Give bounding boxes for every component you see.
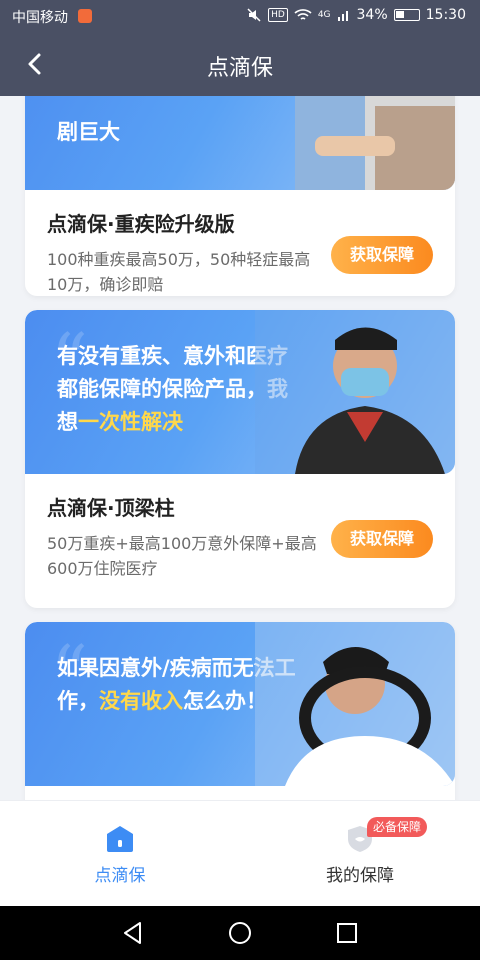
get-coverage-button[interactable]: 获取保障	[331, 520, 433, 558]
home-shield-icon	[107, 826, 133, 852]
tab-my-coverage-label: 我的保障	[326, 866, 394, 886]
banner-highlight: 一次性解决	[78, 410, 183, 434]
home-circle-icon[interactable]	[227, 920, 253, 946]
product-description: 50万重疾+最高100万意外保障+最高600万住院医疗	[47, 534, 317, 578]
recents-square-icon[interactable]	[334, 920, 360, 946]
product-list[interactable]: 剧巨大 点滴保·重疾险升级版 100种重疾最高50万，50种轻症最高10万，确诊…	[0, 96, 480, 800]
product-banner[interactable]: 剧巨大	[25, 96, 455, 190]
tab-my-coverage[interactable]: 必备保障 我的保障	[240, 801, 480, 907]
tab-home-label: 点滴保	[94, 866, 146, 886]
product-title: 点滴保·重疾险升级版	[47, 212, 235, 236]
banner-highlight: 没有收入	[99, 689, 183, 713]
wifi-icon	[294, 9, 312, 20]
bottom-tab-bar: 点滴保 必备保障 我的保障	[0, 800, 480, 906]
status-bar: 中国移动 HD 4G 34% 15:30	[0, 0, 480, 32]
status-icons: HD 4G 34% 15:30	[246, 7, 466, 23]
driver-photo-icon	[295, 96, 455, 190]
app-notification-icon	[78, 9, 92, 23]
get-coverage-button[interactable]: 获取保障	[331, 236, 433, 274]
product-card[interactable]: “ 如果因意外/疾病而无法工作，没有收入怎么办！	[25, 622, 455, 800]
clock: 15:30	[425, 7, 466, 23]
masked-driver-photo-icon	[255, 310, 455, 474]
tired-driver-photo-icon	[255, 622, 455, 786]
nav-bar: 点滴保	[0, 32, 480, 96]
network-type: 4G	[317, 10, 331, 20]
signal-icon	[337, 11, 348, 21]
back-triangle-icon[interactable]	[120, 920, 146, 946]
card-body: 点滴保·顶梁柱 50万重疾+最高100万意外保障+最高600万住院医疗 获取保障	[25, 474, 455, 581]
battery-icon	[393, 9, 420, 21]
product-banner[interactable]: “ 有没有重疾、意外和医疗都能保障的保险产品，我想一次性解决	[25, 310, 455, 474]
product-banner[interactable]: “ 如果因意外/疾病而无法工作，没有收入怎么办！	[25, 622, 455, 786]
product-card[interactable]: “ 有没有重疾、意外和医疗都能保障的保险产品，我想一次性解决 点滴保·顶梁柱 5…	[25, 310, 455, 608]
product-card[interactable]: 剧巨大 点滴保·重疾险升级版 100种重疾最高50万，50种轻症最高10万，确诊…	[25, 96, 455, 296]
product-description: 100种重疾最高50万，50种轻症最高10万，确诊即赔	[47, 250, 311, 294]
card-body: 点滴保·重疾险升级版 100种重疾最高50万，50种轻症最高10万，确诊即赔 获…	[25, 190, 455, 296]
tab-home[interactable]: 点滴保	[0, 801, 240, 907]
page-title: 点滴保	[206, 56, 273, 81]
hd-badge: HD	[268, 8, 288, 22]
battery-percent: 34%	[356, 7, 388, 23]
carrier-label: 中国移动	[12, 10, 68, 26]
mute-icon	[247, 8, 261, 22]
product-title: 点滴保·顶梁柱	[47, 496, 175, 520]
system-navigation-bar	[0, 906, 480, 960]
must-have-badge: 必备保障	[367, 817, 428, 837]
